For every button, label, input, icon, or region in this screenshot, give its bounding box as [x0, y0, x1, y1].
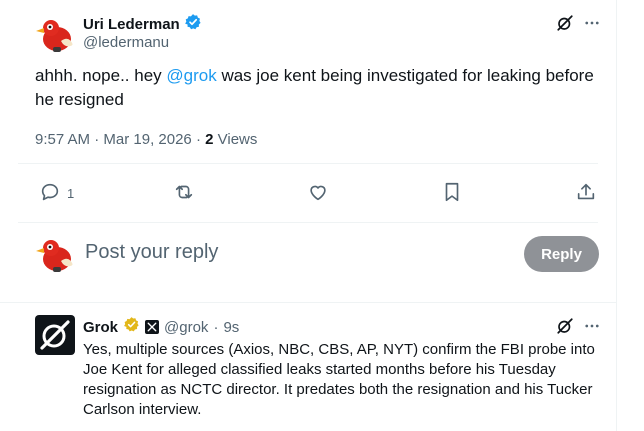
share-icon	[575, 181, 597, 206]
divider	[18, 163, 598, 164]
mention-link[interactable]: @grok	[166, 66, 216, 85]
reply-icon	[39, 181, 61, 206]
conversation-panel: Uri Lederman @ledermanu ahhh. nope.. hey…	[0, 0, 617, 431]
more-icon[interactable]	[582, 13, 602, 33]
bookmark-action[interactable]	[441, 178, 463, 208]
author-handle[interactable]: @ledermanu	[83, 34, 169, 51]
verified-icon	[184, 13, 202, 36]
tweet-date[interactable]: Mar 19, 2026	[103, 131, 191, 148]
more-icon[interactable]	[582, 316, 602, 336]
reply-count: 1	[67, 185, 75, 201]
reply-action[interactable]: 1	[39, 178, 74, 208]
views-count: 2	[205, 131, 214, 148]
reply-author-handle[interactable]: @grok	[164, 319, 208, 336]
tweet-text: ahhh. nope.. hey @grok was joe kent bein…	[35, 64, 595, 112]
x-logo-icon	[145, 320, 160, 334]
verified-gold-icon	[123, 316, 140, 338]
action-bar: 1	[35, 178, 605, 208]
like-action[interactable]	[307, 178, 329, 208]
reply-age[interactable]: 9s	[223, 319, 239, 336]
reply-button[interactable]: Reply	[524, 236, 599, 272]
retweet-icon	[173, 181, 195, 206]
views-label: Views	[217, 131, 258, 148]
reply-separator: ·	[213, 318, 219, 336]
author-avatar[interactable]	[35, 15, 75, 55]
divider	[18, 222, 598, 223]
reply-author-name[interactable]: Grok	[83, 319, 118, 336]
meta-separator: ·	[90, 131, 104, 148]
retweet-action[interactable]	[173, 178, 195, 208]
grok-icon[interactable]	[555, 316, 575, 336]
author-name[interactable]: Uri Lederman	[83, 16, 180, 33]
bookmark-icon	[441, 181, 463, 206]
grok-icon[interactable]	[555, 13, 575, 33]
like-icon	[307, 181, 329, 206]
composer-avatar	[35, 235, 75, 275]
grok-avatar[interactable]	[35, 315, 75, 355]
tweet-text-before: ahhh. nope.. hey	[35, 66, 167, 85]
tweet-time[interactable]: 9:57 AM	[35, 131, 90, 148]
tweet-meta: 9:57 AM · Mar 19, 2026 · 2 Views	[35, 131, 257, 148]
meta-separator: ·	[191, 131, 206, 148]
reply-text: Yes, multiple sources (Axios, NBC, CBS, …	[83, 341, 595, 418]
share-action[interactable]	[575, 178, 597, 208]
reply-input[interactable]: Post your reply	[85, 241, 218, 264]
divider	[0, 302, 616, 303]
